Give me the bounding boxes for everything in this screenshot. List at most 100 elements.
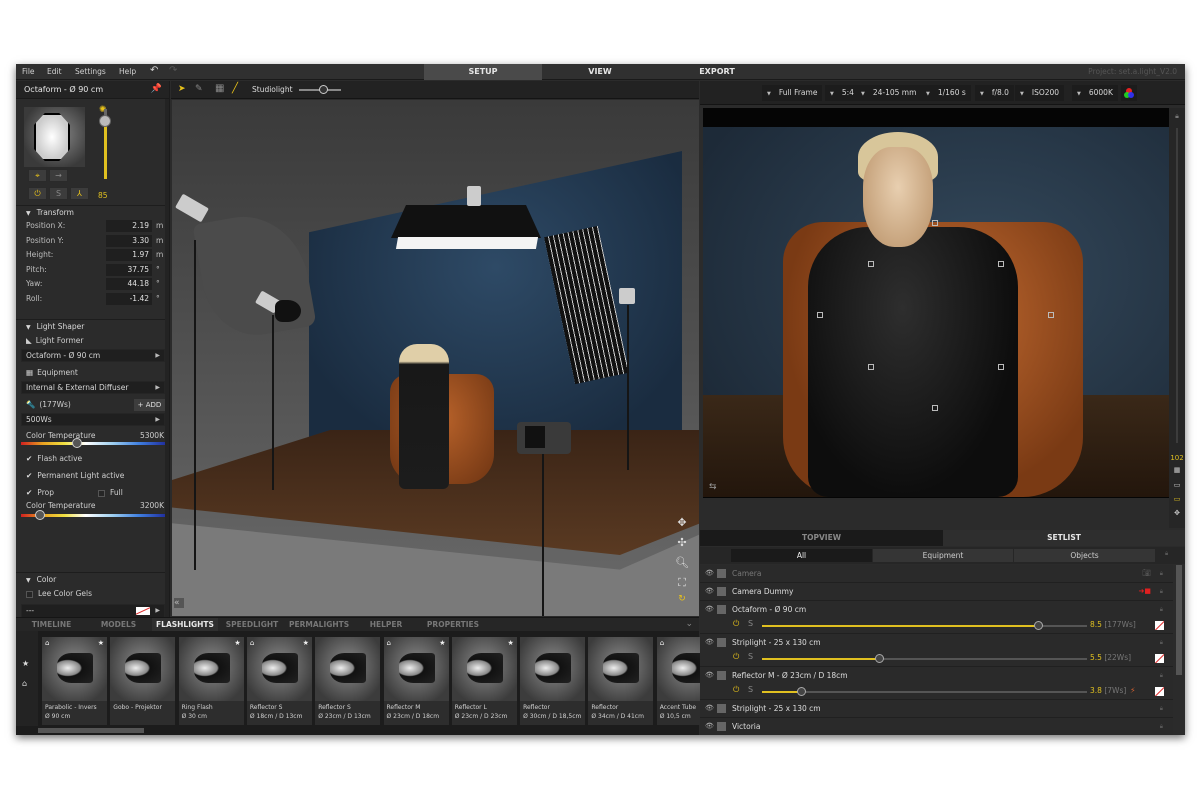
camera-dummy[interactable] xyxy=(517,422,571,454)
home-icon[interactable]: ⌂ xyxy=(387,639,391,647)
height-field[interactable]: 1.97 xyxy=(106,249,152,262)
target-button[interactable]: ⌖ xyxy=(28,169,47,182)
lock-icon[interactable]: 🔒︎ xyxy=(1160,583,1163,600)
parabolic-softbox[interactable] xyxy=(192,206,317,344)
star-icon[interactable]: ★ xyxy=(234,639,240,647)
prop-checkbox[interactable]: ✔ Prop xyxy=(26,488,54,497)
home-icon[interactable]: ⌂ xyxy=(660,639,664,647)
redo-icon[interactable]: ↷ xyxy=(169,65,177,76)
filter-objects[interactable]: Objects xyxy=(1014,549,1155,562)
menu-help[interactable]: Help xyxy=(119,67,136,76)
shutter-dropdown[interactable]: ▼ 1/160 s xyxy=(921,85,971,101)
tab-setup[interactable]: SETUP xyxy=(424,64,542,80)
setlist-item-header[interactable]: 👁︎ Striplight - 25 x 130 cm 🔒︎ xyxy=(700,700,1173,717)
axis-button[interactable]: ⅄ xyxy=(70,187,89,200)
visibility-eye-icon[interactable]: 👁︎ xyxy=(705,601,714,618)
focus-point[interactable] xyxy=(932,405,938,411)
lee-gels-checkbox[interactable]: Lee Color Gels xyxy=(16,586,169,601)
home-icon[interactable]: ⌂ xyxy=(250,639,254,647)
add-button[interactable]: + ADD xyxy=(134,399,165,411)
star-icon[interactable]: ★ xyxy=(303,639,309,647)
camera-preview[interactable]: ⇆ xyxy=(703,108,1169,498)
flash-unit-dropdown[interactable]: 500Ws ▶ xyxy=(21,413,165,426)
model-victoria[interactable] xyxy=(399,344,449,489)
histogram-grid-icon[interactable]: ▦ xyxy=(1170,466,1184,474)
color-mode-icon[interactable] xyxy=(1121,85,1137,101)
tab-models[interactable]: MODELS xyxy=(91,618,146,632)
visibility-eye-icon[interactable]: 👁︎ xyxy=(705,718,714,735)
power-slider[interactable] xyxy=(762,621,1087,630)
power-slider[interactable] xyxy=(104,121,107,179)
zoom-icon[interactable]: 🔍︎ xyxy=(674,556,690,569)
flash-head[interactable] xyxy=(175,193,209,223)
permanent-light-checkbox[interactable]: ✔ Permanent Light active xyxy=(16,468,169,483)
focus-point[interactable] xyxy=(998,261,1004,267)
expand-icon[interactable]: ⌄ xyxy=(685,619,693,629)
setlist-item-header[interactable]: 👁︎ Victoria 🔒︎ xyxy=(700,718,1173,735)
line-tool-icon[interactable]: ╱ xyxy=(232,83,238,94)
studiolight-knob[interactable] xyxy=(319,85,329,94)
lock-icon[interactable]: 🔒︎ xyxy=(1160,565,1163,582)
position-y-field[interactable]: 3.30 xyxy=(106,234,152,247)
orbit-icon[interactable]: ✥ xyxy=(674,516,690,529)
light-former-dropdown[interactable]: Octaform - Ø 90 cm ▶ xyxy=(21,349,165,362)
aspect-ratio-dropdown[interactable]: ▼ 5:4 xyxy=(825,85,859,101)
undo-icon[interactable]: ↶ xyxy=(150,65,158,76)
orbit-icon[interactable]: ✥ xyxy=(1170,509,1184,517)
yaw-field[interactable]: 44.18 xyxy=(106,278,152,291)
color-header[interactable]: ▼ Color xyxy=(16,572,169,586)
favorites-star-icon[interactable]: ★ xyxy=(22,659,29,668)
home-icon[interactable]: ⌂ xyxy=(45,639,49,647)
lens-dropdown[interactable]: ▼ 24-105 mm xyxy=(856,85,922,101)
library-item[interactable]: Reflector S Ø 23cm / D 13cm xyxy=(315,637,381,725)
setlist-item[interactable]: 👁︎ Striplight - 25 x 130 cm 🔒︎ ⏻ S 5.5 [22Ws] xyxy=(700,634,1173,667)
tab-permalights[interactable]: PERMALIGHTS xyxy=(289,618,349,632)
full-checkbox[interactable]: Full xyxy=(98,485,123,500)
color-temp2-slider[interactable] xyxy=(21,510,165,520)
tab-export[interactable]: EXPORT xyxy=(658,64,776,80)
visibility-eye-icon[interactable]: 👁︎ xyxy=(705,565,714,582)
lock-icon[interactable]: 🔒︎ xyxy=(1160,634,1163,651)
select-tool-icon[interactable]: ➤ xyxy=(178,84,186,94)
tab-flashlights[interactable]: FLASHLIGHTS xyxy=(152,618,218,632)
power-button[interactable]: ⏻ xyxy=(28,187,47,200)
pan-icon[interactable]: ✣ xyxy=(674,536,690,549)
setlist-item-header[interactable]: 👁︎ Striplight - 25 x 130 cm 🔒︎ xyxy=(700,634,1173,651)
move-to-button[interactable]: → xyxy=(49,169,68,182)
library-item[interactable]: ⌂ ★ Reflector S Ø 18cm / D 13cm xyxy=(246,637,312,725)
pitch-field[interactable]: 37.75 xyxy=(106,263,152,276)
visibility-eye-icon[interactable]: 👁︎ xyxy=(705,634,714,651)
modeling-light-off-icon[interactable]: ⚡︎ xyxy=(1130,686,1136,695)
menu-file[interactable]: File xyxy=(22,67,35,76)
power-slider-knob[interactable] xyxy=(99,115,111,127)
setlist-item[interactable]: 👁︎ Camera Dummy ➜■ 🔒︎ xyxy=(700,583,1173,601)
star-icon[interactable]: ★ xyxy=(439,639,445,647)
sensor-dropdown[interactable]: ▼ Full Frame xyxy=(762,85,823,101)
color-temp2-knob[interactable] xyxy=(34,510,45,520)
color-gel-swatch[interactable] xyxy=(1155,621,1164,630)
power-slider[interactable] xyxy=(762,654,1087,663)
roll-field[interactable]: -1.42 xyxy=(106,292,152,305)
power-icon[interactable]: ⏻ xyxy=(733,619,739,629)
lee-gels-dropdown[interactable]: --- ▶ xyxy=(21,604,165,617)
equipment-dropdown[interactable]: Internal & External Diffuser ▶ xyxy=(21,381,165,394)
library-item[interactable]: Reflector Ø 34cm / D 41cm xyxy=(588,637,654,725)
focus-point[interactable] xyxy=(868,261,874,267)
aperture-dropdown[interactable]: ▼ f/8.0 xyxy=(975,85,1014,101)
panel-scrollbar[interactable] xyxy=(165,99,169,617)
setlist-item[interactable]: 👁︎ Camera 📷︎ 🔒︎ xyxy=(700,565,1173,583)
solo-toggle[interactable]: S xyxy=(748,685,753,694)
setlist-item-header[interactable]: 👁︎ Camera 📷︎ 🔒︎ xyxy=(700,565,1173,582)
library-item[interactable]: Reflector Ø 30cm / D 18,5cm xyxy=(520,637,586,725)
visibility-eye-icon[interactable]: 👁︎ xyxy=(705,667,714,684)
library-item[interactable]: ⌂ ★ Reflector M Ø 23cm / D 18cm xyxy=(383,637,449,725)
tab-helper[interactable]: HELPER xyxy=(366,618,406,632)
menu-edit[interactable]: Edit xyxy=(47,67,62,76)
visibility-eye-icon[interactable]: 👁︎ xyxy=(705,700,714,717)
star-icon[interactable]: ★ xyxy=(508,639,514,647)
iso-dropdown[interactable]: ▼ ISO200 xyxy=(1015,85,1065,101)
lock-icon[interactable]: 🔒︎ xyxy=(1170,112,1184,121)
light-shaper-header[interactable]: ▼ Light Shaper xyxy=(16,319,169,333)
power-icon[interactable]: ⏻ xyxy=(733,652,739,662)
reset-view-icon[interactable]: ↻ xyxy=(674,594,690,604)
